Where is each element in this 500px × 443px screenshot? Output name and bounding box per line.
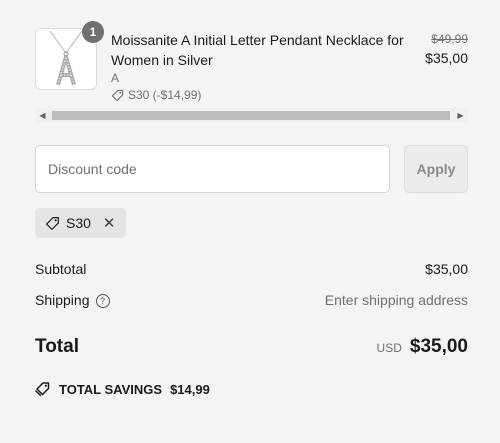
- savings-tag-icon: [35, 382, 50, 397]
- currency-code: USD: [376, 341, 402, 355]
- subtotal-value: $35,00: [425, 261, 468, 277]
- scrollbar-thumb[interactable]: [52, 111, 450, 120]
- savings-label: TOTAL SAVINGS: [59, 381, 163, 397]
- savings-value: $14,99: [170, 381, 210, 397]
- tag-icon: [111, 89, 124, 101]
- scroll-left-icon[interactable]: ◀: [35, 108, 50, 123]
- product-name: Moissanite A Initial Letter Pendant Neck…: [111, 32, 404, 68]
- product-discount-line: S30 (-$14,99): [111, 88, 201, 102]
- total-label: Total: [35, 336, 79, 357]
- total-savings-row: TOTAL SAVINGS $14,99: [35, 381, 210, 397]
- apply-button[interactable]: Apply: [404, 145, 468, 193]
- horizontal-scrollbar[interactable]: ◀ ▶: [35, 108, 468, 123]
- total-amount: $35,00: [409, 336, 468, 357]
- shipping-value: Enter shipping address: [324, 292, 468, 308]
- product-discount-text: S30 (-$14,99): [128, 88, 202, 102]
- discount-code-input[interactable]: [35, 145, 390, 193]
- tag-icon: [46, 216, 59, 230]
- original-price: $49,99: [431, 32, 468, 46]
- shipping-label: Shipping: [35, 292, 90, 308]
- applied-discount-code: S30: [66, 215, 91, 231]
- question-mark-help-icon[interactable]: ?: [95, 294, 110, 308]
- quantity-badge: 1: [82, 21, 104, 43]
- applied-discount-chip: S30 ✕: [35, 208, 126, 238]
- product-variant: A: [111, 71, 120, 85]
- total-value-group: USD $35,00: [377, 336, 468, 358]
- scroll-right-icon[interactable]: ▶: [453, 108, 468, 123]
- subtotal-label: Subtotal: [35, 261, 87, 277]
- product-price: $35,00: [425, 50, 468, 66]
- remove-discount-close-icon[interactable]: ✕: [103, 214, 116, 232]
- shipping-row: Shipping?: [35, 292, 110, 308]
